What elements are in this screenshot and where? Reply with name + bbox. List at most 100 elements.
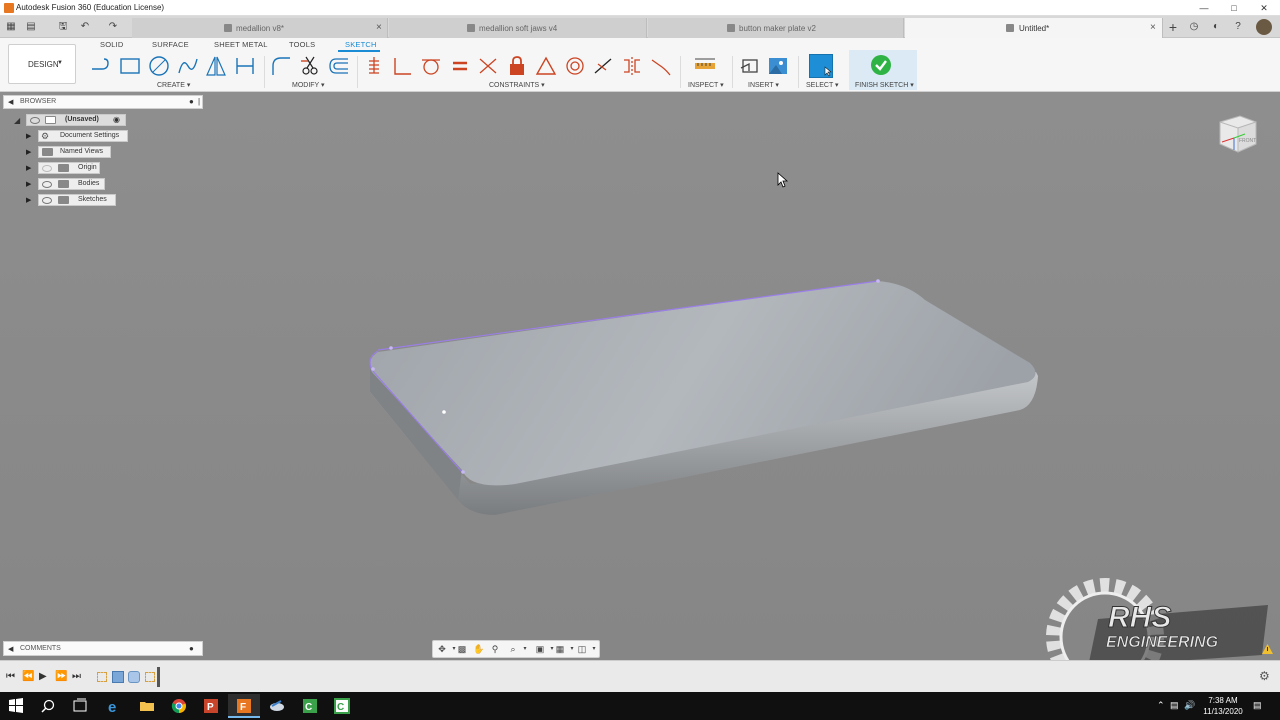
close-tab-icon[interactable]: ×: [376, 22, 382, 33]
finish-sketch-menu[interactable]: FINISH SKETCH ▾: [855, 81, 914, 89]
pin-panel-icon[interactable]: ●: [189, 97, 194, 106]
minimize-button[interactable]: —: [1190, 1, 1218, 15]
visibility-eye-icon[interactable]: [42, 197, 52, 204]
collinear-constraint-icon[interactable]: [592, 55, 614, 77]
new-tab-plus-icon[interactable]: +: [1166, 20, 1180, 34]
tangent-constraint-icon[interactable]: [420, 55, 442, 77]
tab-tools[interactable]: TOOLS: [289, 40, 315, 49]
browser-item-sketches[interactable]: Sketches: [38, 194, 116, 206]
collapse-panel-icon[interactable]: ◀: [8, 98, 13, 106]
tab-sheet-metal[interactable]: SHEET METAL: [214, 40, 268, 49]
go-to-end-icon[interactable]: ⏭: [72, 671, 81, 682]
powerpoint-button[interactable]: P: [195, 694, 227, 718]
tab-solid[interactable]: SOLID: [100, 40, 124, 49]
line-tool-icon[interactable]: [90, 55, 112, 77]
chrome-button[interactable]: [163, 694, 195, 718]
spline-tool-icon[interactable]: [177, 55, 199, 77]
chevron-down-icon[interactable]: ▾: [518, 643, 532, 655]
zoom-window-icon[interactable]: ⚲: [488, 643, 502, 655]
create-menu[interactable]: CREATE ▾: [157, 81, 190, 89]
tab-sketch[interactable]: SKETCH: [345, 40, 377, 49]
curvature-constraint-icon[interactable]: [650, 55, 672, 77]
visibility-eye-icon[interactable]: [42, 165, 52, 172]
select-menu[interactable]: SELECT ▾: [806, 81, 839, 89]
edge-browser-button[interactable]: e: [98, 694, 130, 718]
timeline-sketch-feature-icon[interactable]: [145, 672, 155, 682]
fillet-tool-icon[interactable]: [270, 55, 292, 77]
play-icon[interactable]: ▶: [39, 671, 47, 682]
browser-item-bodies[interactable]: Bodies: [38, 178, 105, 190]
pan-hand-icon[interactable]: ✋: [472, 643, 486, 655]
inspect-menu[interactable]: INSPECT ▾: [688, 81, 724, 89]
browser-item-named-views[interactable]: Named Views: [38, 146, 111, 158]
tab-untitled[interactable]: Untitled* ×: [905, 18, 1163, 38]
timeline-extrude-feature-icon[interactable]: [112, 671, 124, 683]
maximize-button[interactable]: □: [1220, 1, 1248, 15]
undo-icon[interactable]: ↶: [78, 20, 92, 34]
system-clock[interactable]: 7:38 AM 11/13/2020: [1196, 695, 1250, 717]
add-comment-icon[interactable]: ●: [189, 644, 194, 653]
browser-item-origin[interactable]: Origin: [38, 162, 100, 174]
circle-tool-icon[interactable]: [148, 55, 170, 77]
insert-derive-icon[interactable]: [739, 55, 761, 77]
show-hidden-icons-chevron-icon[interactable]: ⌃: [1157, 700, 1165, 711]
browser-panel-header[interactable]: ◀ BROWSER ● |: [3, 95, 203, 109]
insert-image-icon[interactable]: [767, 55, 789, 77]
activate-radio-icon[interactable]: ◉: [113, 115, 120, 124]
comments-panel-header[interactable]: ◀ COMMENTS ●: [3, 641, 203, 656]
file-menu-icon[interactable]: ▤: [24, 20, 38, 34]
chevron-down-icon[interactable]: ▾: [587, 643, 601, 655]
rectangle-tool-icon[interactable]: [119, 55, 141, 77]
tab-medallion-v8[interactable]: medallion v8* ×: [132, 18, 388, 38]
workspace-switcher-button[interactable]: DESIGN ▼: [8, 44, 76, 84]
expand-arrow-icon[interactable]: ▶: [26, 132, 31, 140]
help-icon[interactable]: ?: [1231, 20, 1245, 34]
close-tab-icon[interactable]: ×: [1150, 22, 1156, 33]
browser-root-node[interactable]: (Unsaved) ◉: [26, 114, 126, 126]
tab-surface[interactable]: SURFACE: [152, 40, 189, 49]
timeline-fillet-feature-icon[interactable]: [128, 671, 140, 683]
horizontal-vertical-constraint-icon[interactable]: [363, 55, 385, 77]
warning-icon[interactable]: [1262, 644, 1273, 654]
select-tool-icon[interactable]: [809, 54, 833, 78]
expand-arrow-icon[interactable]: ▶: [26, 148, 31, 156]
checkmark-icon[interactable]: [870, 54, 892, 76]
data-panel-grid-icon[interactable]: ▦: [4, 20, 18, 34]
file-explorer-button[interactable]: [131, 694, 163, 718]
browser-item-document-settings[interactable]: ⚙ Document Settings: [38, 130, 128, 142]
dimension-tool-icon[interactable]: [234, 55, 256, 77]
constraints-menu[interactable]: CONSTRAINTS ▾: [489, 81, 545, 89]
camtasia-button[interactable]: C: [294, 694, 326, 718]
equal-constraint-icon[interactable]: [449, 55, 471, 77]
tab-button-maker-plate[interactable]: button maker plate v2: [648, 18, 904, 38]
job-status-icon[interactable]: ◷: [1187, 20, 1201, 34]
symmetry-constraint-icon[interactable]: [621, 55, 643, 77]
mirror-tool-icon[interactable]: [205, 55, 227, 77]
view-cube-icon[interactable]: FRONT: [1212, 110, 1262, 160]
task-view-button[interactable]: [64, 694, 96, 718]
visibility-eye-icon[interactable]: [42, 181, 52, 188]
step-back-icon[interactable]: ⏪: [22, 671, 34, 682]
save-icon[interactable]: 🖫: [56, 20, 70, 34]
perpendicular-constraint-icon[interactable]: [391, 55, 413, 77]
step-forward-icon[interactable]: ⏩: [55, 671, 67, 682]
redo-icon[interactable]: ↷: [106, 20, 120, 34]
avatar[interactable]: [1256, 19, 1272, 35]
concentric-constraint-icon[interactable]: [564, 55, 586, 77]
fix-lock-icon[interactable]: [506, 55, 528, 77]
close-window-button[interactable]: ✕: [1250, 1, 1278, 15]
notifications-icon[interactable]: ◐: [1209, 20, 1223, 34]
midpoint-constraint-icon[interactable]: [535, 55, 557, 77]
modify-menu[interactable]: MODIFY ▾: [292, 81, 325, 89]
camtasia-recorder-button[interactable]: C: [326, 694, 358, 718]
trim-scissors-icon[interactable]: [299, 55, 321, 77]
insert-menu[interactable]: INSERT ▾: [748, 81, 779, 89]
go-to-start-icon[interactable]: ⏮: [6, 671, 15, 682]
measure-ruler-icon[interactable]: [694, 55, 716, 77]
visibility-eye-icon[interactable]: [30, 117, 40, 124]
start-button[interactable]: [0, 694, 32, 718]
search-button[interactable]: [32, 694, 64, 718]
timeline-settings-gear-icon[interactable]: ⚙: [1259, 669, 1270, 683]
expand-arrow-icon[interactable]: ▶: [26, 180, 31, 188]
fusion360-button[interactable]: F: [228, 694, 260, 718]
